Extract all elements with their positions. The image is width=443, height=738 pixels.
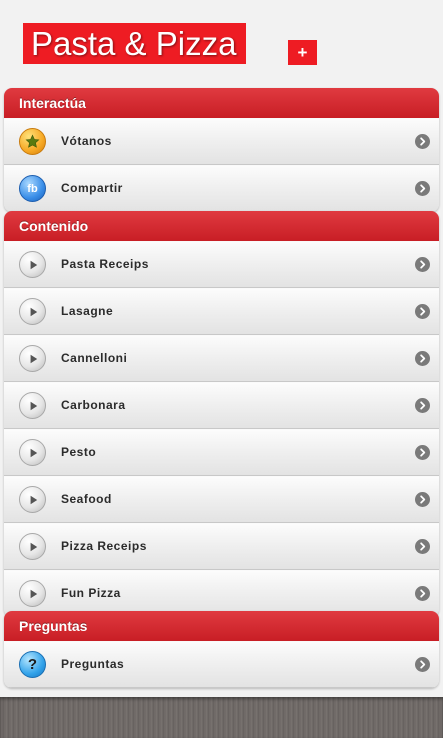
play-icon xyxy=(19,251,46,278)
play-icon xyxy=(19,533,46,560)
chevron-right-icon xyxy=(415,586,430,601)
item-label: Seafood xyxy=(61,492,112,506)
chevron-right-icon xyxy=(415,351,430,366)
app-header: Pasta & Pizza + xyxy=(0,0,443,88)
menu-item-seafood[interactable]: Seafood xyxy=(4,476,439,523)
item-label: Preguntas xyxy=(61,657,125,671)
group-contenido: Contenido Pasta Receips Lasagne Cannello… xyxy=(4,211,439,617)
chevron-right-icon xyxy=(415,134,430,149)
item-label: Pesto xyxy=(61,445,97,459)
play-icon xyxy=(19,439,46,466)
add-button[interactable]: + xyxy=(288,40,317,65)
chevron-right-icon xyxy=(415,181,430,196)
menu-item-lasagne[interactable]: Lasagne xyxy=(4,288,439,335)
menu-item-compartir[interactable]: fb Compartir xyxy=(4,165,439,212)
chevron-right-icon xyxy=(415,657,430,672)
item-label: Cannelloni xyxy=(61,351,128,365)
question-icon-text: ? xyxy=(27,656,38,673)
chevron-right-icon xyxy=(415,539,430,554)
item-label: Compartir xyxy=(61,181,123,195)
play-icon xyxy=(19,392,46,419)
menu-item-carbonara[interactable]: Carbonara xyxy=(4,382,439,429)
star-icon xyxy=(19,128,46,155)
group-header: Preguntas xyxy=(4,611,439,641)
group-interactua: Interactúa Vótanos fb Compartir xyxy=(4,88,439,212)
footer-bar xyxy=(0,697,443,738)
chevron-right-icon xyxy=(415,398,430,413)
menu-item-fun-pizza[interactable]: Fun Pizza xyxy=(4,570,439,617)
question-icon: ? xyxy=(19,651,46,678)
play-icon xyxy=(19,486,46,513)
menu-item-pesto[interactable]: Pesto xyxy=(4,429,439,476)
chevron-right-icon xyxy=(415,445,430,460)
chevron-right-icon xyxy=(415,492,430,507)
menu-item-cannelloni[interactable]: Cannelloni xyxy=(4,335,439,382)
group-header: Contenido xyxy=(4,211,439,241)
item-label: Carbonara xyxy=(61,398,126,412)
play-icon xyxy=(19,345,46,372)
chevron-right-icon xyxy=(415,304,430,319)
item-label: Vótanos xyxy=(61,134,112,148)
app-title: Pasta & Pizza xyxy=(23,23,247,64)
menu-item-preguntas[interactable]: ? Preguntas xyxy=(4,641,439,688)
menu-item-votanos[interactable]: Vótanos xyxy=(4,118,439,165)
item-label: Pasta Receips xyxy=(61,257,149,271)
facebook-icon-text: fb xyxy=(27,182,38,195)
play-icon xyxy=(19,580,46,607)
chevron-right-icon xyxy=(415,257,430,272)
menu-item-pizza-receips[interactable]: Pizza Receips xyxy=(4,523,439,570)
menu-item-pasta-receips[interactable]: Pasta Receips xyxy=(4,241,439,288)
facebook-icon: fb xyxy=(19,175,46,202)
item-label: Lasagne xyxy=(61,304,114,318)
item-label: Fun Pizza xyxy=(61,586,121,600)
play-icon xyxy=(19,298,46,325)
group-header: Interactúa xyxy=(4,88,439,118)
group-preguntas: Preguntas ? Preguntas xyxy=(4,611,439,688)
item-label: Pizza Receips xyxy=(61,539,147,553)
